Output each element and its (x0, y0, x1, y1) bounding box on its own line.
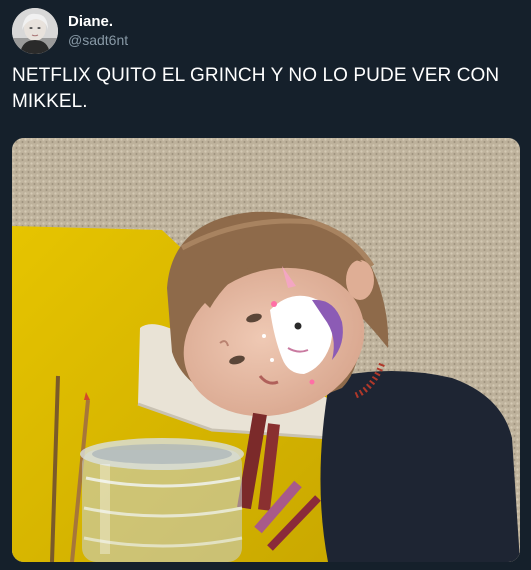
author-handle[interactable]: @sadt6nt (68, 31, 128, 49)
tweet-card[interactable]: Diane. @sadt6nt NETFLIX QUITO EL GRINCH … (0, 0, 531, 570)
author-display-name[interactable]: Diane. (68, 13, 128, 31)
tweet-photo[interactable] (12, 138, 520, 562)
author-names: Diane. @sadt6nt (68, 13, 128, 49)
glass-jar (80, 438, 244, 562)
tweet-text: NETFLIX QUITO EL GRINCH Y NO LO PUDE VER… (12, 65, 500, 112)
tweet-header: Diane. @sadt6nt (12, 8, 128, 54)
avatar[interactable] (12, 8, 58, 54)
